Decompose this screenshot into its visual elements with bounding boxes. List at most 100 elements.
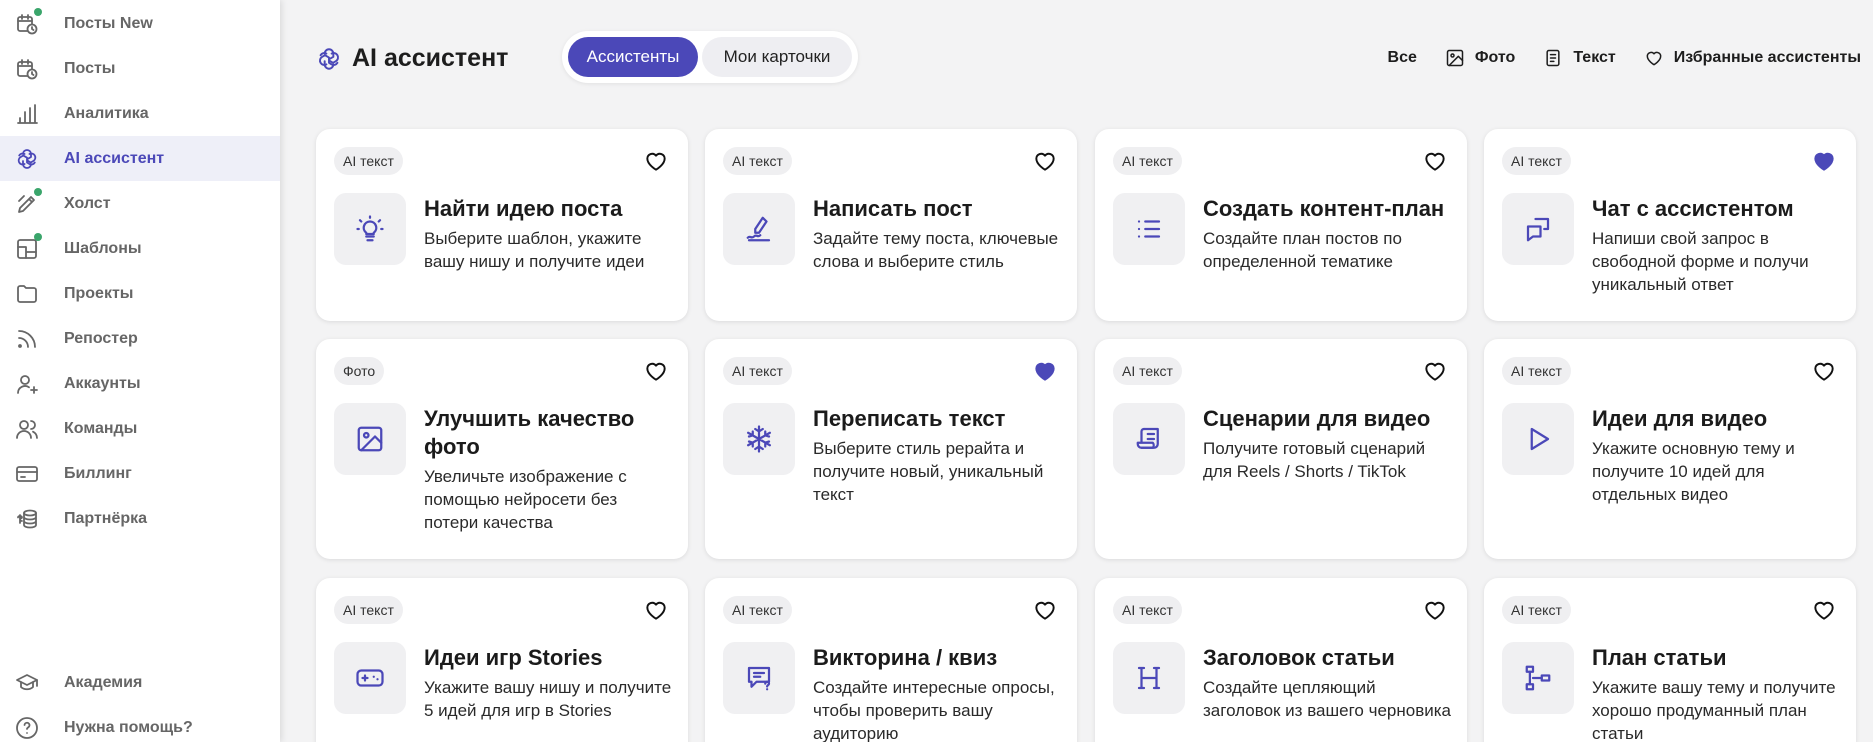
calendar-clock-icon (14, 56, 40, 82)
sidebar-item-10[interactable]: Биллинг (0, 451, 280, 496)
filter-1[interactable]: Фото (1445, 48, 1515, 68)
snowflake-icon (723, 403, 795, 475)
image-icon (334, 403, 406, 475)
filter-label: Фото (1474, 49, 1516, 66)
card-description: Создайте интересные опросы, чтобы провер… (813, 678, 1055, 742)
sidebar-item-label: Партнёрка (64, 509, 148, 527)
gamepad-icon (334, 642, 406, 714)
sidebar-item-label: Аналитика (64, 104, 149, 122)
card-title: Чат с ассистентом (1592, 196, 1794, 221)
card-title: Викторина / квиз (813, 645, 998, 670)
card-description: Получите готовый сценарий для Reels / Sh… (1203, 439, 1426, 481)
category-badge: AI текст (1502, 596, 1571, 624)
rss-icon (14, 326, 40, 352)
sidebar-item-label: Проекты (64, 284, 134, 302)
credit-card-icon (14, 461, 40, 487)
sidebar-item-9[interactable]: Команды (0, 406, 280, 451)
heart-icon[interactable] (1421, 147, 1449, 175)
card-description: Выберите шаблон, укажите вашу нишу и пол… (424, 229, 645, 271)
category-badge: AI текст (334, 147, 403, 175)
category-badge: AI текст (1113, 357, 1182, 385)
sidebar-item-label: AI ассистент (64, 149, 165, 167)
heart-icon (1644, 48, 1664, 68)
pen-write-icon (723, 193, 795, 265)
tab-my-cards[interactable]: Мои карточки (702, 37, 852, 77)
sidebar-item-1[interactable]: Посты (0, 46, 280, 91)
heart-icon[interactable] (1031, 596, 1059, 624)
sidebar-item-8[interactable]: Аккаунты (0, 361, 280, 406)
category-badge: Фото (334, 357, 385, 385)
ai-spiral-icon (316, 46, 342, 72)
assistant-card[interactable]: AI текст Чат с ассистентом Напиши свой зап… (1484, 129, 1856, 321)
heart-icon[interactable] (642, 147, 670, 175)
sidebar-item-6[interactable]: Проекты (0, 271, 280, 316)
sidebar-item-3[interactable]: AI ассистент (0, 136, 280, 181)
heart-icon[interactable] (1810, 596, 1838, 624)
assistant-card[interactable]: AI текст Идеи для видео Укажите основную т… (1484, 339, 1856, 559)
assistant-card[interactable]: Фото Улучшить качество фото Увеличьте изоб… (316, 339, 688, 559)
sidebar-item-2[interactable]: Аналитика (0, 91, 280, 136)
tab-switcher: Ассистенты Мои карточки (562, 31, 858, 83)
template-icon (14, 232, 42, 262)
sidebar-item-label: Посты (64, 59, 116, 77)
coins-icon (14, 506, 40, 532)
assistant-card[interactable]: AI текст Найти идею поста Выберите шаблон,… (316, 129, 688, 321)
card-title: Идеи для видео (1592, 406, 1768, 431)
sidebar-bottom-item-1[interactable]: Нужна помощь? (0, 705, 280, 742)
heart-icon[interactable] (1421, 596, 1449, 624)
card-title: План статьи (1592, 645, 1727, 670)
heart-icon[interactable] (1421, 357, 1449, 385)
sidebar-bottom-item-0[interactable]: Академия (0, 660, 280, 705)
list-icon (1113, 193, 1185, 265)
filter-3[interactable]: Избранные ассистенты (1644, 48, 1861, 68)
play-icon (1502, 403, 1574, 475)
assistant-card[interactable]: AI текст Переписать текст Выберите стиль р… (705, 339, 1077, 559)
card-title: Заголовок статьи (1203, 645, 1395, 670)
heart-icon[interactable] (642, 596, 670, 624)
category-badge: AI текст (334, 596, 403, 624)
heart-filled-icon[interactable] (1031, 357, 1059, 385)
filter-label: Текст (1573, 49, 1616, 66)
ai-spiral-icon (14, 146, 40, 172)
sidebar-item-label: Биллинг (64, 464, 132, 482)
category-badge: AI текст (723, 596, 792, 624)
heart-filled-icon[interactable] (1810, 147, 1838, 175)
assistant-card[interactable]: AI текст Идеи игр Stories Укажите вашу ниш… (316, 578, 688, 742)
card-description: Выберите стиль рерайта и получите новый,… (813, 439, 1044, 504)
heart-icon[interactable] (1810, 357, 1838, 385)
image-icon (1445, 48, 1465, 68)
assistant-card[interactable]: AI текст Написать пост Задайте тему поста,… (705, 129, 1077, 321)
sidebar-item-label: Нужна помощь? (64, 718, 193, 736)
sidebar-item-5[interactable]: Шаблоны (0, 226, 280, 271)
card-title: Найти идею поста (424, 196, 623, 221)
assistant-card[interactable]: AI текст Создать контент-план Создайте пла… (1095, 129, 1467, 321)
notification-dot (34, 232, 42, 241)
heart-icon[interactable] (642, 357, 670, 385)
card-title: Написать пост (813, 196, 973, 221)
sidebar-item-4[interactable]: Холст (0, 181, 280, 226)
card-title: Улучшить качество фото (424, 406, 635, 459)
assistant-card[interactable]: AI текст Заголовок статьи Создайте цепляющ… (1095, 578, 1467, 742)
filter-label: Избранные ассистенты (1673, 49, 1861, 66)
sidebar-item-7[interactable]: Репостер (0, 316, 280, 361)
sidebar-item-0[interactable]: Посты New (0, 1, 280, 46)
filter-bar: Все Фото Текст Избранные ассистенты (1388, 48, 1861, 68)
assistant-card[interactable]: AI текст Викторина / квиз Создайте интерес… (705, 578, 1077, 742)
heart-icon[interactable] (1031, 147, 1059, 175)
calendar-clock-icon (14, 7, 42, 37)
sidebar-item-11[interactable]: Партнёрка (0, 496, 280, 541)
graduation-cap-icon (14, 670, 40, 696)
notification-dot (34, 187, 42, 196)
filter-0[interactable]: Все (1388, 49, 1417, 67)
tab-assistants[interactable]: Ассистенты (568, 37, 698, 77)
outline-tree-icon (1502, 642, 1574, 714)
chat-icon (1502, 193, 1574, 265)
user-add-icon (14, 371, 40, 397)
assistant-card[interactable]: AI текст План статьи Укажите вашу тему и п… (1484, 578, 1856, 742)
card-description: Увеличьте изображение с помощью нейросет… (424, 467, 627, 532)
assistant-card[interactable]: AI текст Сценарии для видео Получите готов… (1095, 339, 1467, 559)
filter-2[interactable]: Текст (1543, 48, 1616, 68)
category-badge: AI текст (1502, 147, 1571, 175)
document-icon (1543, 48, 1563, 68)
sidebar-item-label: Аккаунты (64, 374, 141, 392)
